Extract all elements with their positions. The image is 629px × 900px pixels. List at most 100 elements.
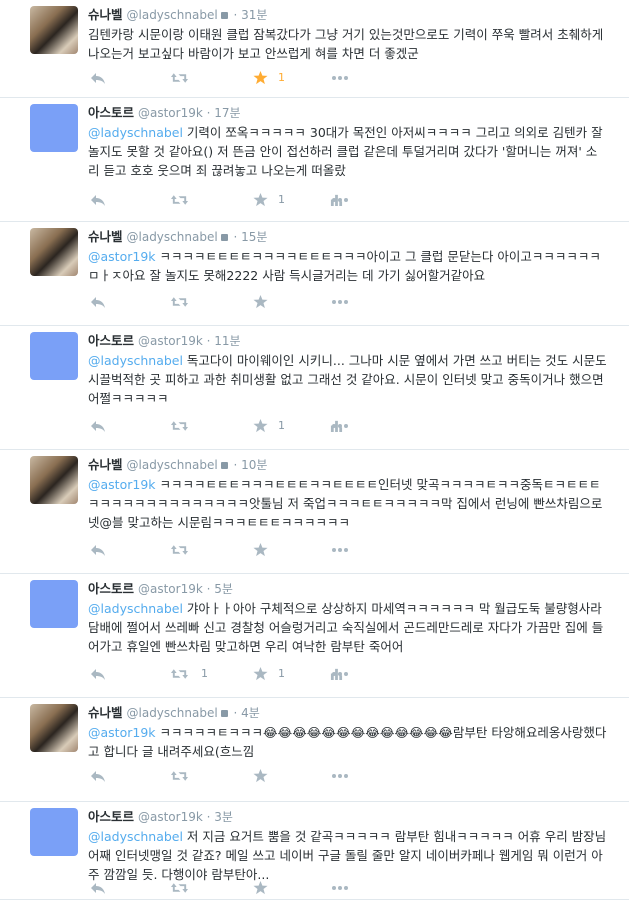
reply-icon[interactable] [90,192,106,208]
lock-icon [220,462,228,469]
more-icon[interactable] [330,666,350,682]
display-name[interactable]: 아스토르 [88,581,134,596]
display-name[interactable]: 슈나벨 [88,457,123,472]
timestamp[interactable]: 17분 [214,106,240,120]
retweet-icon[interactable] [170,70,189,86]
tweet-text-segment: ㅋㅋㅋㅋㅋㅌㅋㅋㅋ😂😂😂😂😂😂😂😂😂😂😂😂😂람부탄 타앙해요레옹사랑했다고 합니… [88,725,607,759]
lock-icon [220,710,228,717]
user-handle[interactable]: @ladyschnabel [127,230,218,244]
star-icon[interactable] [253,768,269,784]
retweet-icon[interactable] [170,294,189,310]
retweet-icon[interactable] [170,418,189,434]
reply-icon[interactable] [90,294,106,310]
avatar[interactable] [30,332,78,380]
reply-icon[interactable] [90,768,106,784]
tweet-header: 슈나벨 @ladyschnabel · 4분 [88,705,260,721]
tweet-text: @astor19k ㅋㅋㅋㅋㅌㅌㅌㅋㅋㅋㅌㅌㅌㅋㅋㅌㅌㅌㅌ인터넷 맞곡ㅋㅋㅋㅋㅌ… [88,475,608,532]
avatar[interactable] [30,808,78,856]
tweet-text: @astor19k ㅋㅋㅋㅋㅌㅌㅌㅌㅋㅋㅋㅋㅌㅌㅌㅋㅋㅋ아이고 그 클럽 문닫는… [88,247,608,285]
avatar[interactable] [30,104,78,152]
star-icon[interactable] [253,294,269,310]
timestamp[interactable]: 5분 [214,582,233,596]
star-icon[interactable] [253,418,269,434]
user-handle[interactable]: @ladyschnabel [127,8,218,22]
user-handle[interactable]: @astor19k [138,810,203,824]
display-name[interactable]: 아스토르 [88,809,134,824]
star-icon[interactable] [253,880,269,896]
user-handle[interactable]: @astor19k [138,334,203,348]
tweet-header: 아스토르 @astor19k · 3분 [88,809,233,825]
mention-link[interactable]: @ladyschnabel [88,353,183,368]
star-icon[interactable] [253,70,269,86]
tweet-text-segment: 김텐카랑 시문이랑 이태원 클럽 잠복갔다가 그냥 거기 있는것만으로도 기력이… [88,27,604,61]
more-icon[interactable] [330,768,350,784]
reply-icon[interactable] [90,70,106,86]
more-icon[interactable] [330,418,350,434]
avatar[interactable] [30,456,78,504]
separator-dot: · [229,706,242,720]
tweet[interactable]: 아스토르 @astor19k · 17분 @ladyschnabel 기력이 쪼옥… [0,98,629,222]
avatar[interactable] [30,704,78,752]
tweet[interactable]: 슈나벨 @ladyschnabel · 31분 김텐카랑 시문이랑 이태원 클럽 … [0,0,629,98]
more-icon[interactable] [330,542,350,558]
tweet-header: 슈나벨 @ladyschnabel · 15분 [88,229,267,245]
tweet[interactable]: 슈나벨 @ladyschnabel · 10분 @astor19k ㅋㅋㅋㅋㅌㅌㅌ… [0,450,629,574]
more-icon[interactable] [330,70,350,86]
star-icon[interactable] [253,666,269,682]
mention-link[interactable]: @ladyschnabel [88,829,183,844]
more-icon[interactable] [330,192,350,208]
tweet[interactable]: 슈나벨 @ladyschnabel · 4분 @astor19k ㅋㅋㅋㅋㅋㅌㅋㅋ… [0,698,629,802]
retweet-icon[interactable] [170,192,189,208]
timestamp[interactable]: 3분 [214,810,233,824]
user-handle[interactable]: @ladyschnabel [127,706,218,720]
tweet-header: 아스토르 @astor19k · 17분 [88,105,241,121]
timestamp[interactable]: 4분 [241,706,260,720]
mention-link[interactable]: @astor19k [88,725,156,740]
display-name[interactable]: 슈나벨 [88,7,123,22]
retweet-icon[interactable] [170,542,189,558]
separator-dot: · [202,106,215,120]
tweet-text: @ladyschnabel 갸아ㅏㅏ아아 구체적으로 상상하지 마세역ㅋㅋㅋㅋㅋ… [88,599,608,656]
favorite-count: 1 [278,419,285,432]
tweet[interactable]: 슈나벨 @ladyschnabel · 15분 @astor19k ㅋㅋㅋㅋㅌㅌㅌ… [0,222,629,326]
display-name[interactable]: 슈나벨 [88,229,123,244]
tweet[interactable]: 아스토르 @astor19k · 5분 @ladyschnabel 갸아ㅏㅏ아아 … [0,574,629,698]
tweet[interactable]: 아스토르 @astor19k · 3분 @ladyschnabel 저 지금 요거… [0,802,629,900]
favorite-count: 1 [278,193,285,206]
mention-link[interactable]: @ladyschnabel [88,601,183,616]
timestamp[interactable]: 10분 [241,458,267,472]
display-name[interactable]: 슈나벨 [88,705,123,720]
timestamp[interactable]: 11분 [214,334,240,348]
user-handle[interactable]: @astor19k [138,582,203,596]
mention-link[interactable]: @ladyschnabel [88,125,183,140]
retweet-icon[interactable] [170,768,189,784]
retweet-icon[interactable] [170,880,189,896]
display-name[interactable]: 아스토르 [88,105,134,120]
avatar[interactable] [30,6,78,54]
avatar[interactable] [30,228,78,276]
star-icon[interactable] [253,192,269,208]
star-icon[interactable] [253,542,269,558]
avatar[interactable] [30,580,78,628]
retweet-icon[interactable] [170,666,189,682]
tweet[interactable]: 아스토르 @astor19k · 11분 @ladyschnabel 독고다이 마… [0,326,629,450]
retweet-count: 1 [201,667,208,680]
timestamp[interactable]: 31분 [241,8,267,22]
tweet-header: 아스토르 @astor19k · 11분 [88,333,241,349]
display-name[interactable]: 아스토르 [88,333,134,348]
timestamp[interactable]: 15분 [241,230,267,244]
tweet-text-segment: ㅋㅋㅋㅋㅌㅌㅌㅌㅋㅋㅋㅋㅌㅌㅌㅋㅋㅋ아이고 그 클럽 문닫는다 아이고ㅋㅋㅋㅋㅋ… [88,249,601,283]
reply-icon[interactable] [90,880,106,896]
reply-icon[interactable] [90,542,106,558]
user-handle[interactable]: @astor19k [138,106,203,120]
mention-link[interactable]: @astor19k [88,477,156,492]
more-icon[interactable] [330,294,350,310]
reply-icon[interactable] [90,666,106,682]
mention-link[interactable]: @astor19k [88,249,156,264]
favorite-count: 1 [278,667,285,680]
tweet-actions: 11 [90,666,390,682]
more-icon[interactable] [330,880,350,896]
reply-icon[interactable] [90,418,106,434]
tweet-actions: 1 [90,70,390,86]
user-handle[interactable]: @ladyschnabel [127,458,218,472]
